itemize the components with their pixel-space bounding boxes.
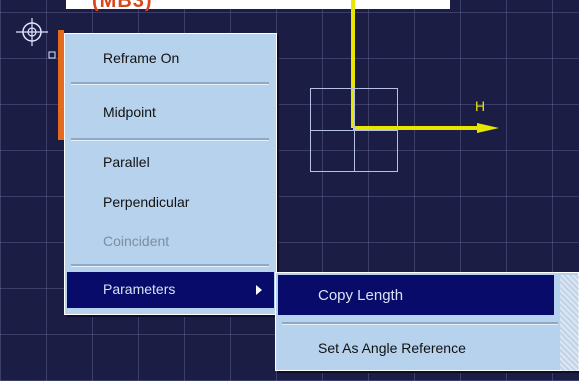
context-menu: Reframe On Midpoint Parallel Perpendicul… bbox=[64, 33, 277, 315]
menu-separator bbox=[282, 322, 558, 325]
background-texture bbox=[560, 275, 579, 371]
h-axis-label: H bbox=[475, 98, 486, 114]
menu-item-label: Parameters bbox=[103, 281, 176, 297]
submenu-item-label: Copy Length bbox=[318, 287, 404, 304]
menu-item-label: Parallel bbox=[103, 154, 150, 170]
menu-item-perpendicular[interactable]: Perpendicular bbox=[103, 194, 189, 210]
menu-item-label: Midpoint bbox=[103, 104, 156, 120]
submenu-item-set-as-angle-reference[interactable]: Set As Angle Reference bbox=[318, 340, 466, 356]
menu-item-reframe-on[interactable]: Reframe On bbox=[103, 50, 179, 66]
menu-item-parameters[interactable]: Parameters bbox=[67, 272, 274, 308]
menu-item-coincident: Coincident bbox=[103, 233, 169, 249]
submenu-item-label: Set As Angle Reference bbox=[318, 340, 466, 356]
menu-item-label: Reframe On bbox=[103, 50, 180, 66]
menu-item-label: Perpendicular bbox=[103, 194, 190, 210]
menu-separator bbox=[71, 82, 269, 85]
menu-separator bbox=[71, 138, 269, 141]
menu-separator bbox=[71, 264, 269, 267]
parameters-submenu: Copy Length Set As Angle Reference bbox=[275, 272, 579, 371]
menu-item-label: Coincident bbox=[103, 233, 170, 249]
mouse-button-label: (MB3) bbox=[92, 0, 153, 12]
submenu-arrow-icon bbox=[256, 285, 262, 295]
submenu-item-copy-length[interactable]: Copy Length bbox=[278, 275, 554, 315]
menu-item-midpoint[interactable]: Midpoint bbox=[103, 104, 156, 120]
sketch-square[interactable] bbox=[310, 88, 398, 172]
menu-item-parallel[interactable]: Parallel bbox=[103, 154, 150, 170]
